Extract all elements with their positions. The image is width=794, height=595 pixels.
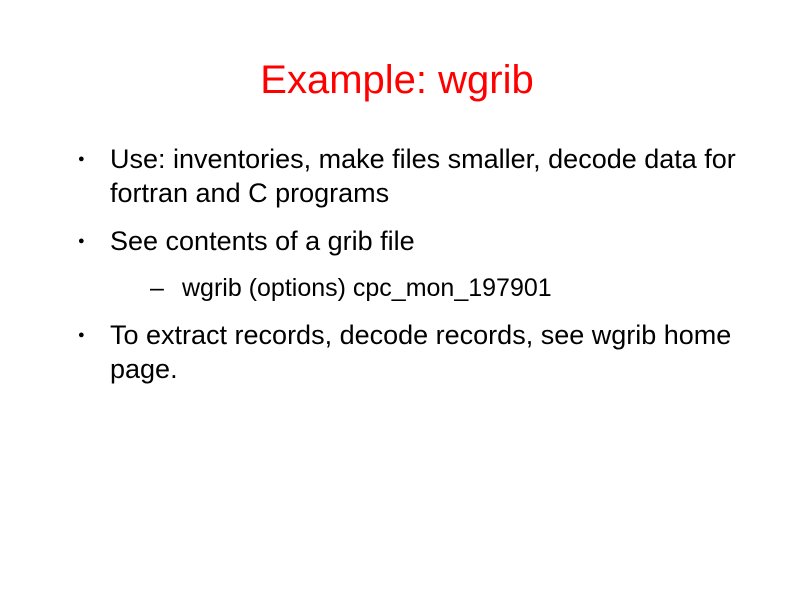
bullet-text: See contents of a grib file (110, 226, 415, 256)
bullet-list: Use: inventories, make files smaller, de… (70, 143, 744, 386)
bullet-text: Use: inventories, make files smaller, de… (110, 144, 736, 208)
slide-title: Example: wgrib (0, 58, 794, 103)
list-item: See contents of a grib file wgrib (optio… (70, 225, 744, 305)
slide-content: Use: inventories, make files smaller, de… (0, 143, 794, 386)
sub-bullet-list: wgrib (options) cpc_mon_197901 (110, 272, 744, 305)
list-item: To extract records, decode records, see … (70, 319, 744, 387)
list-item: Use: inventories, make files smaller, de… (70, 143, 744, 211)
bullet-text: To extract records, decode records, see … (110, 320, 731, 384)
slide: Example: wgrib Use: inventories, make fi… (0, 0, 794, 595)
sub-list-item: wgrib (options) cpc_mon_197901 (110, 272, 744, 305)
sub-bullet-text: wgrib (options) cpc_mon_197901 (182, 274, 552, 302)
